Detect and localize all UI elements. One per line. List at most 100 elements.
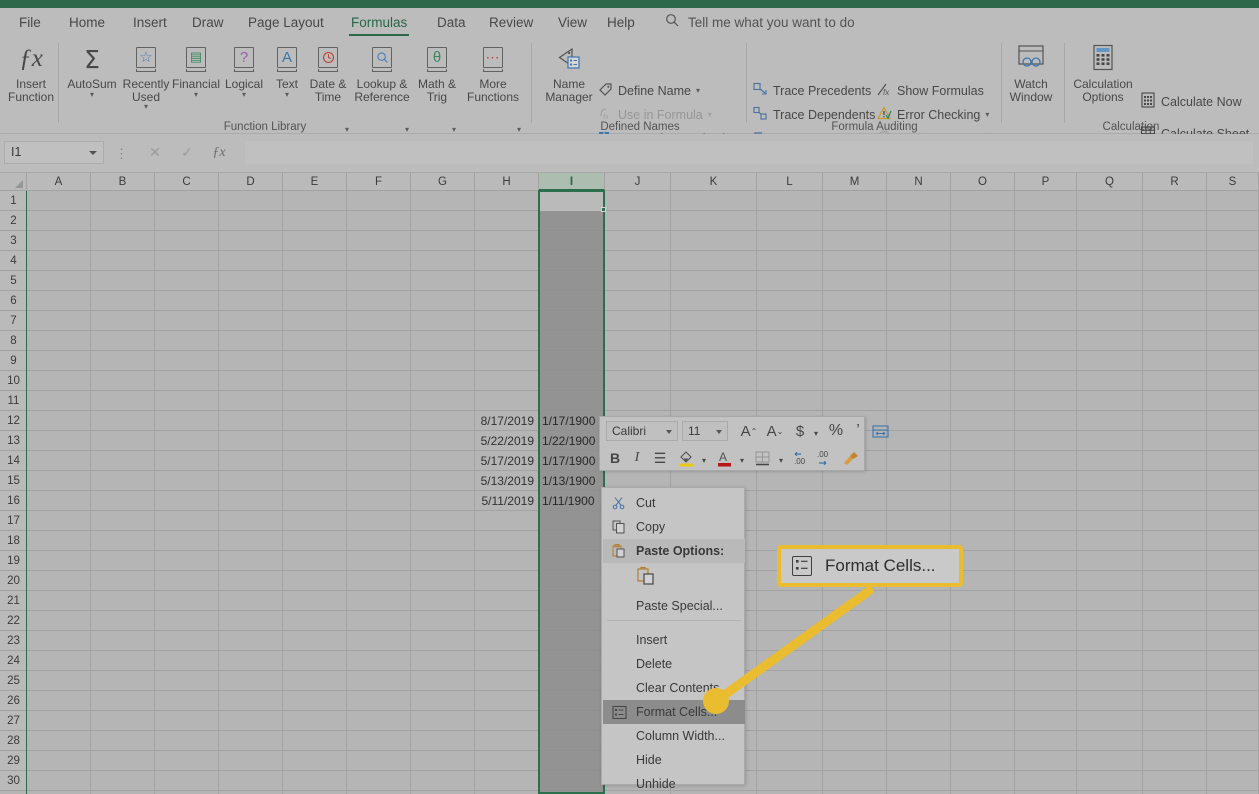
menu-item-unhide[interactable]: Unhide: [603, 772, 745, 794]
merge-cells-icon[interactable]: [870, 420, 890, 442]
column-header-K[interactable]: K: [671, 173, 757, 191]
cell-I13[interactable]: 1/22/1900: [539, 431, 603, 451]
row-header-11[interactable]: 11: [0, 391, 27, 411]
column-header-S[interactable]: S: [1207, 173, 1259, 191]
row-header-25[interactable]: 25: [0, 671, 27, 691]
cell-I14[interactable]: 1/17/1900: [539, 451, 603, 471]
align-center-icon[interactable]: ☰: [650, 447, 670, 469]
row-header-19[interactable]: 19: [0, 551, 27, 571]
cell-H14[interactable]: 5/17/2019: [475, 451, 537, 471]
tab-data[interactable]: Data: [428, 8, 475, 37]
chevron-down-icon[interactable]: ▾: [345, 125, 349, 134]
grow-font-icon[interactable]: A ⌃: [738, 420, 760, 442]
tab-formulas[interactable]: Formulas: [342, 8, 416, 37]
tab-draw[interactable]: Draw: [183, 8, 233, 37]
column-header-N[interactable]: N: [887, 173, 951, 191]
row-header-29[interactable]: 29: [0, 751, 27, 771]
tab-insert[interactable]: Insert: [124, 8, 176, 37]
formula-input[interactable]: [245, 141, 1253, 164]
menu-item-column-width[interactable]: Column Width...: [603, 724, 745, 748]
chevron-down-icon[interactable]: ▾: [517, 125, 521, 134]
row-header-16[interactable]: 16: [0, 491, 27, 511]
row-header-20[interactable]: 20: [0, 571, 27, 591]
recently-used-button[interactable]: ☆ Recently Used ▾: [119, 40, 173, 111]
tab-help[interactable]: Help: [598, 8, 644, 37]
font-size-select[interactable]: 11: [682, 421, 728, 441]
chevron-down-icon[interactable]: ▾: [698, 449, 710, 471]
show-formulas-button[interactable]: fx Show Formulas: [877, 82, 984, 100]
cell-H12[interactable]: 8/17/2019: [475, 411, 537, 431]
decrease-decimal-icon[interactable]: .00: [815, 447, 839, 469]
tab-page-layout[interactable]: Page Layout: [239, 8, 333, 37]
menu-item-format-cells[interactable]: Format Cells...: [603, 700, 745, 724]
cancel-icon[interactable]: ✕: [143, 141, 167, 164]
row-header-7[interactable]: 7: [0, 311, 27, 331]
autosum-button[interactable]: Σ AutoSum ▾: [63, 40, 121, 99]
row-header-10[interactable]: 10: [0, 371, 27, 391]
row-header-27[interactable]: 27: [0, 711, 27, 731]
menu-item-delete[interactable]: Delete: [603, 652, 745, 676]
tab-home[interactable]: Home: [60, 8, 114, 37]
more-functions-button[interactable]: ⋯ More Functions: [463, 40, 523, 103]
cell-I12[interactable]: 1/17/1900: [539, 411, 603, 431]
shrink-font-icon[interactable]: A ⌄: [764, 420, 786, 442]
row-header-15[interactable]: 15: [0, 471, 27, 491]
chevron-down-icon[interactable]: ▾: [452, 125, 456, 134]
cell-I15[interactable]: 1/13/1900: [539, 471, 603, 491]
chevron-down-icon[interactable]: [666, 430, 672, 434]
cell-H15[interactable]: 5/13/2019: [475, 471, 537, 491]
menu-item-copy[interactable]: Copy: [603, 515, 745, 539]
menu-item-clear-contents[interactable]: Clear Contents: [603, 676, 745, 700]
font-color-icon[interactable]: A: [714, 447, 734, 469]
row-header-23[interactable]: 23: [0, 631, 27, 651]
column-header-B[interactable]: B: [91, 173, 155, 191]
cell-I16[interactable]: 1/11/1900: [539, 491, 603, 511]
tab-review[interactable]: Review: [480, 8, 542, 37]
row-header-26[interactable]: 26: [0, 691, 27, 711]
menu-item-paste-keep-formatting[interactable]: [603, 563, 745, 587]
row-header-4[interactable]: 4: [0, 251, 27, 271]
fill-handle[interactable]: [601, 207, 606, 212]
confirm-icon[interactable]: ✓: [175, 141, 199, 164]
insert-function-button[interactable]: ƒx Insert Function: [2, 40, 60, 103]
select-all-button[interactable]: [0, 173, 27, 191]
row-header-1[interactable]: 1: [0, 191, 27, 211]
chevron-down-icon[interactable]: [716, 430, 722, 434]
calculation-options-button[interactable]: Calculation Options: [1070, 40, 1136, 103]
tab-view[interactable]: View: [549, 8, 596, 37]
column-header-I[interactable]: I: [539, 173, 605, 191]
column-header-R[interactable]: R: [1143, 173, 1207, 191]
financial-button[interactable]: ▤ Financial ▾: [169, 40, 223, 99]
column-header-L[interactable]: L: [757, 173, 823, 191]
trace-precedents-button[interactable]: Trace Precedents: [753, 82, 871, 100]
chevron-down-icon[interactable]: ▾: [405, 125, 409, 134]
row-header-21[interactable]: 21: [0, 591, 27, 611]
format-painter-icon[interactable]: [841, 447, 861, 469]
column-header-G[interactable]: G: [411, 173, 475, 191]
row-header-30[interactable]: 30: [0, 771, 27, 791]
menu-item-insert[interactable]: Insert: [603, 628, 745, 652]
calculate-now-button[interactable]: Calculate Now: [1140, 92, 1242, 111]
cell-H13[interactable]: 5/22/2019: [475, 431, 537, 451]
tell-me-box[interactable]: Tell me what you want to do: [665, 8, 855, 37]
row-header-14[interactable]: 14: [0, 451, 27, 471]
chevron-down-icon[interactable]: ▾: [736, 449, 748, 471]
row-header-8[interactable]: 8: [0, 331, 27, 351]
column-header-F[interactable]: F: [347, 173, 411, 191]
increase-decimal-icon[interactable]: .00: [791, 447, 815, 469]
logical-button[interactable]: ? Logical ▾: [219, 40, 269, 99]
date-time-button[interactable]: Date & Time: [303, 40, 353, 103]
use-in-formula-button[interactable]: fx Use in Formula ▾: [598, 106, 712, 124]
define-name-button[interactable]: Define Name ▾: [598, 82, 700, 100]
chevron-down-icon[interactable]: ▾: [708, 111, 712, 119]
column-header-H[interactable]: H: [475, 173, 539, 191]
comma-style-icon[interactable]: ’: [850, 420, 866, 442]
percent-style-icon[interactable]: %: [826, 420, 846, 442]
bold-icon[interactable]: B: [606, 447, 624, 469]
font-name-select[interactable]: Calibri: [606, 421, 678, 441]
menu-item-paste-special[interactable]: Paste Special...: [603, 594, 745, 618]
accounting-format-icon[interactable]: $: [792, 420, 808, 442]
chevron-down-icon[interactable]: ▾: [810, 422, 822, 444]
row-header-2[interactable]: 2: [0, 211, 27, 231]
row-header-12[interactable]: 12: [0, 411, 27, 431]
